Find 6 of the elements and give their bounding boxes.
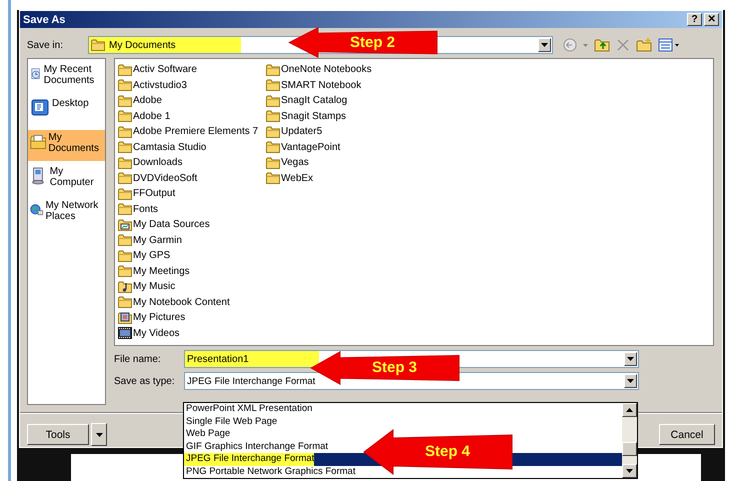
- file-name-label: File name:: [114, 354, 162, 364]
- save-as-type-label: Save as type:: [114, 376, 176, 386]
- step-label: Step 4: [425, 443, 470, 460]
- window-title: Save As: [23, 14, 66, 26]
- step-label: Step 2: [350, 34, 396, 50]
- save-in-label: Save in:: [26, 40, 64, 50]
